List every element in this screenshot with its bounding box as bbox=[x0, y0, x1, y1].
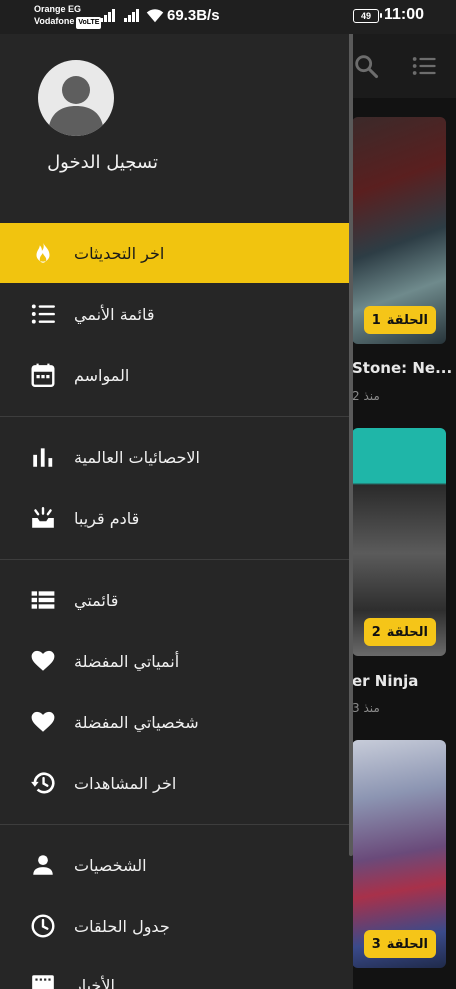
card-title: Stone: Ne... bbox=[352, 359, 453, 377]
divider bbox=[0, 559, 353, 560]
heart-icon bbox=[30, 648, 56, 674]
menu-item-label: الأخبار bbox=[74, 975, 115, 989]
user-silhouette-icon bbox=[48, 76, 104, 136]
menu-item-label: أنمياتي المفضلة bbox=[74, 651, 180, 671]
volte-badge: VoLTE bbox=[76, 17, 102, 29]
episode-badge: الحلقة 1 bbox=[363, 306, 436, 334]
menu-item-label: اخر المشاهدات bbox=[74, 773, 177, 793]
bar-chart-icon bbox=[30, 444, 56, 470]
menu-item-label: شخصياتي المفضلة bbox=[74, 712, 199, 732]
network-speed: 69.3B/s bbox=[167, 7, 220, 24]
news-icon bbox=[30, 972, 56, 989]
menu-item-label: قادم قريبا bbox=[74, 508, 140, 528]
anime-card[interactable]: الحلقة 2 bbox=[352, 428, 446, 656]
menu-item-favorite-characters[interactable]: شخصياتي المفضلة bbox=[0, 692, 353, 752]
menu-item-watch-history[interactable]: اخر المشاهدات bbox=[0, 753, 353, 813]
fire-icon bbox=[30, 240, 56, 266]
avatar[interactable] bbox=[38, 60, 114, 136]
menu-item-news[interactable]: الأخبار bbox=[0, 955, 353, 989]
card-title: er Ninja bbox=[352, 672, 419, 690]
signal-icon bbox=[124, 8, 139, 22]
menu-item-anime-list[interactable]: قائمة الأنمي bbox=[0, 284, 353, 344]
menu-item-my-list[interactable]: قائمتي bbox=[0, 570, 353, 630]
divider bbox=[0, 416, 353, 417]
menu-item-label: اخر التحديثات bbox=[74, 243, 165, 263]
menu-item-label: الشخصيات bbox=[74, 855, 147, 875]
menu-item-latest-updates[interactable]: اخر التحديثات bbox=[0, 223, 353, 283]
person-icon bbox=[30, 852, 56, 878]
view-list-icon bbox=[30, 587, 56, 613]
anime-card[interactable]: الحلقة 3 bbox=[352, 740, 446, 968]
new-release-icon bbox=[30, 505, 56, 531]
carrier-names: Orange EG Vodafone VoLTE bbox=[34, 3, 102, 29]
episode-badge: الحلقة 3 bbox=[363, 930, 436, 958]
clock-icon bbox=[30, 913, 56, 939]
wifi-icon bbox=[146, 9, 164, 23]
menu-item-characters[interactable]: الشخصيات bbox=[0, 835, 353, 895]
drawer-scrollbar[interactable] bbox=[349, 32, 353, 856]
menu-item-label: قائمة الأنمي bbox=[74, 304, 155, 324]
menu-item-label: جدول الحلقات bbox=[74, 916, 170, 936]
anime-card[interactable]: الحلقة 1 bbox=[352, 117, 446, 344]
menu-item-label: قائمتي bbox=[74, 590, 119, 610]
card-subtitle: منذ 3 bbox=[352, 701, 380, 715]
battery-icon: 49 bbox=[353, 9, 382, 23]
heart-icon bbox=[30, 709, 56, 735]
menu-item-episode-schedule[interactable]: جدول الحلقات bbox=[0, 896, 353, 956]
menu-item-global-stats[interactable]: الاحصائيات العالمية bbox=[0, 427, 353, 487]
menu-item-seasons[interactable]: المواسم bbox=[0, 345, 353, 405]
calendar-icon bbox=[30, 362, 56, 388]
login-label[interactable]: تسجيل الدخول bbox=[38, 152, 158, 173]
menu-list-icon[interactable] bbox=[410, 52, 438, 80]
menu-item-label: الاحصائيات العالمية bbox=[74, 447, 200, 467]
divider bbox=[0, 824, 353, 825]
search-icon[interactable] bbox=[352, 52, 380, 80]
episode-badge: الحلقة 2 bbox=[363, 618, 436, 646]
navigation-drawer: تسجيل الدخول اخر التحديثات قائمة الأنمي … bbox=[0, 0, 353, 989]
menu-item-label: المواسم bbox=[74, 365, 130, 385]
card-subtitle: منذ 2 bbox=[352, 389, 380, 403]
status-bar: Orange EG Vodafone VoLTE 69.3B/s 49 11:00 bbox=[0, 0, 456, 34]
menu-item-coming-soon[interactable]: قادم قريبا bbox=[0, 488, 353, 548]
list-icon bbox=[30, 301, 56, 327]
menu-item-favorite-anime[interactable]: أنمياتي المفضلة bbox=[0, 631, 353, 691]
clock: 11:00 bbox=[384, 6, 425, 23]
history-icon bbox=[30, 770, 56, 796]
signal-icon bbox=[100, 8, 115, 22]
